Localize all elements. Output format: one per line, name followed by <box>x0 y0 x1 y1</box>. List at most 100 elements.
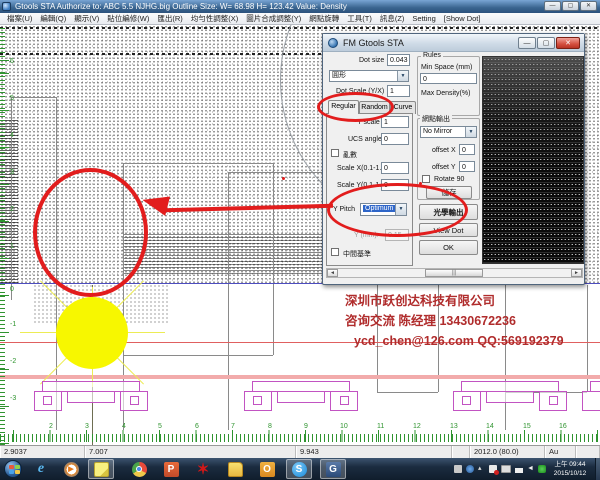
status-value: 9.943 <box>296 446 452 458</box>
ucs-angle-input[interactable]: 0 <box>381 133 409 145</box>
connector-profile <box>582 381 600 415</box>
yellow-sun-marker <box>56 297 128 369</box>
taskbar-file-explorer-icon[interactable] <box>222 459 248 479</box>
status-resolution: 2012.0 (80.0) <box>470 446 545 458</box>
scrollbar-thumb[interactable]: ||| <box>425 269 483 277</box>
tray-help-icon[interactable] <box>466 465 474 473</box>
cad-line <box>228 172 325 173</box>
ruler-number: 16 <box>559 423 567 430</box>
annotation-circle <box>33 168 148 297</box>
dot-size-label: Dot size <box>359 57 384 64</box>
tray-update-icon[interactable] <box>538 465 546 473</box>
status-bar: 2.9037 7.007 9.943 2012.0 (80.0) Au <box>0 445 600 458</box>
dialog-title: FM Gtools STA <box>343 34 404 52</box>
start-button[interactable] <box>4 460 22 478</box>
scroll-left-icon[interactable]: ◄ <box>327 269 338 277</box>
show-desktop-button[interactable] <box>595 458 600 480</box>
taskbar-sticky-notes-icon[interactable] <box>88 459 114 479</box>
taskbar-outlook-icon[interactable]: O <box>254 459 280 479</box>
taskbar-gtools-icon[interactable]: G <box>320 459 346 479</box>
y-scale-input[interactable]: 1 <box>381 116 409 128</box>
menu-view[interactable]: 顯示(V) <box>70 13 103 24</box>
taskbar-clock[interactable]: 上午 09:44 2015/10/12 <box>548 460 592 478</box>
restore-icon[interactable]: ▢ <box>562 1 579 11</box>
pink-guide-line <box>0 375 600 379</box>
offset-x-label: offset X <box>432 147 456 154</box>
taskbar-internet-explorer-icon[interactable]: e <box>28 459 54 479</box>
ruler-number: 6 <box>10 58 14 65</box>
rotate90-checkbox[interactable] <box>422 175 430 183</box>
menu-setting[interactable]: Setting <box>408 14 439 23</box>
menu-image-adjust[interactable]: 圖片合成調整(Y) <box>242 13 305 24</box>
tray-briefcase-icon[interactable] <box>454 465 462 473</box>
ruler-number: 8 <box>268 423 272 430</box>
ruler-number: 6 <box>195 423 199 430</box>
offset-x-input[interactable]: 0 <box>459 144 475 155</box>
min-space-input[interactable]: 0 <box>420 73 477 84</box>
mirror-select[interactable]: No Mirror ▼ <box>420 126 477 138</box>
menu-dot-edit[interactable]: 貼位編修(W) <box>103 13 153 24</box>
vendor-email-qq: ycd_chen@126.com QQ:569192379 <box>345 331 564 351</box>
dot-shape-select[interactable]: 圓形 ▼ <box>329 70 409 82</box>
menu-dot-rotate[interactable]: 網點旋轉 <box>305 13 343 24</box>
tray-flag-icon[interactable] <box>489 465 497 473</box>
offset-y-input[interactable]: 0 <box>459 161 475 172</box>
cad-line <box>377 392 438 393</box>
ruler-number: 12 <box>413 423 421 430</box>
menu-edit[interactable]: 編輯(Q) <box>36 13 70 24</box>
cad-line <box>228 172 229 430</box>
taskbar-chrome-icon[interactable] <box>126 459 152 479</box>
dash-row <box>0 53 330 55</box>
max-density-label: Max Density(%) <box>421 90 470 97</box>
tray-network-icon[interactable] <box>515 465 523 473</box>
menu-export[interactable]: 匯出(R) <box>153 13 186 24</box>
ruler-number: 11 <box>377 423 384 430</box>
tray-battery-icon[interactable] <box>501 465 511 473</box>
cad-line <box>11 97 56 98</box>
menu-uniformity[interactable]: 均勻性調整(X) <box>187 13 243 24</box>
output-group-title: 網點輸出 <box>420 114 452 124</box>
center-reference-checkbox[interactable] <box>331 248 339 256</box>
dot-size-input[interactable]: 0.043 <box>387 54 410 66</box>
ruler-number: 15 <box>523 423 531 430</box>
menu-bar: 檔案(U) 編輯(Q) 顯示(V) 貼位編修(W) 匯出(R) 均勻性調整(X)… <box>0 13 600 25</box>
tray-volume-icon[interactable]: ◄ <box>527 465 534 473</box>
cad-line <box>123 355 273 356</box>
ruler-number: 3 <box>10 169 14 176</box>
rules-group-title: Rules <box>421 52 443 59</box>
chevron-down-icon[interactable]: ▼ <box>465 127 476 137</box>
taskbar-media-player-icon[interactable]: ▶ <box>58 459 84 479</box>
halftone-preview-panel <box>482 56 584 264</box>
offset-y-label: offset Y <box>432 164 455 171</box>
menu-info[interactable]: 訊息(Z) <box>376 13 409 24</box>
status-coord-y: 7.007 <box>85 446 296 458</box>
window-title: Gtools STA Authorize to: ABC 5.5 NJHG.bi… <box>15 0 347 13</box>
mirror-value: No Mirror <box>423 128 452 135</box>
taskbar-powerpoint-icon[interactable]: P <box>158 459 184 479</box>
ruler-number: -2 <box>10 358 16 365</box>
menu-tools[interactable]: 工具(T) <box>343 13 376 24</box>
scale-x-input[interactable]: 0 <box>381 162 409 174</box>
minimize-icon[interactable]: — <box>544 1 561 11</box>
dot-scale-input[interactable]: 1 <box>387 85 410 97</box>
dialog-minimize-icon[interactable]: — <box>518 37 536 49</box>
tray-show-hidden-icon[interactable]: ▴ <box>478 465 485 473</box>
ruler-number: 3 <box>85 423 89 430</box>
random-checkbox[interactable] <box>331 149 339 157</box>
dialog-close-icon[interactable]: ✕ <box>556 37 580 49</box>
close-icon[interactable]: ✕ <box>580 1 597 11</box>
ruler-number: 0 <box>10 286 14 293</box>
taskbar-skype-icon[interactable]: S <box>286 459 312 479</box>
dialog-maximize-icon[interactable]: ▢ <box>537 37 555 49</box>
dialog-horizontal-scrollbar[interactable]: ◄ ||| ► <box>326 268 583 278</box>
ruler-number: 5 <box>10 95 14 102</box>
dense-band-center <box>123 232 330 274</box>
scale-x-label: Scale X(0.1-1.5) <box>337 165 388 172</box>
scroll-right-icon[interactable]: ► <box>571 269 582 277</box>
ok-button[interactable]: OK <box>419 240 478 255</box>
chevron-down-icon[interactable]: ▼ <box>397 71 408 81</box>
taskbar-red-app-icon[interactable]: ✶ <box>190 459 216 479</box>
menu-show-dot[interactable]: [Show Dot] <box>440 14 485 23</box>
menu-file[interactable]: 檔案(U) <box>3 13 36 24</box>
dialog-titlebar[interactable]: FM Gtools STA — ▢ ✕ <box>323 34 584 52</box>
